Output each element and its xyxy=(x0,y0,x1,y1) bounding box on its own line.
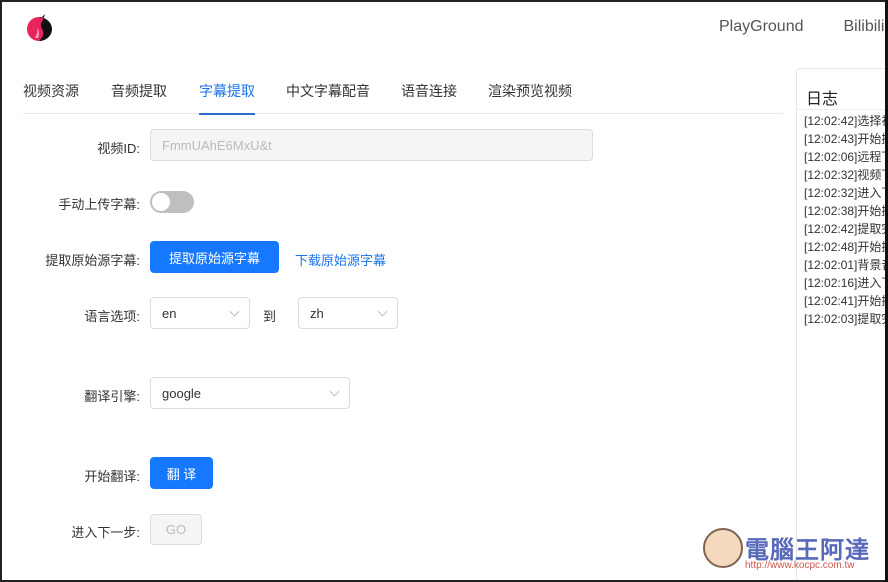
step-tabs: 视频资源 音频提取 字幕提取 中文字幕配音 语音连接 渲染预览视频 xyxy=(23,70,783,115)
log-entry: [12:02:32]视频下载 xyxy=(804,168,888,182)
target-language-value: zh xyxy=(310,305,324,321)
source-language-select[interactable]: en xyxy=(150,297,250,329)
target-language-select[interactable]: zh xyxy=(298,297,398,329)
log-entry: [12:02:38]开始提取 xyxy=(804,204,888,218)
log-divider xyxy=(797,109,888,110)
log-entry: [12:02:16]进入下一步 xyxy=(804,276,888,290)
source-language-value: en xyxy=(162,305,177,321)
chevron-down-icon xyxy=(377,306,388,317)
go-button[interactable]: GO xyxy=(150,514,202,545)
tab-audio-join[interactable]: 语音连接 xyxy=(401,81,457,101)
translation-engine-select[interactable]: google xyxy=(150,377,350,409)
chevron-down-icon xyxy=(229,306,240,317)
tab-chinese-dubbing[interactable]: 中文字幕配音 xyxy=(286,81,370,101)
log-entry: [12:02:32]进入下一步 xyxy=(804,186,888,200)
video-id-label: 视频ID: xyxy=(97,141,140,156)
watermark: 電腦王阿達 http://www.kocpc.com.tw xyxy=(703,524,883,576)
to-label: 到 xyxy=(263,309,277,324)
nav-bilibili[interactable]: Bilibili xyxy=(844,18,885,36)
next-step-label: 进入下一步: xyxy=(71,525,140,540)
log-title: 日志 xyxy=(806,91,839,108)
translate-label: 开始翻译: xyxy=(84,469,140,484)
watermark-url: http://www.kocpc.com.tw xyxy=(745,560,855,571)
log-entry: [12:02:03]提取完成 xyxy=(804,312,888,326)
manual-upload-toggle[interactable] xyxy=(150,191,194,213)
engine-value: google xyxy=(162,385,202,401)
tab-render-preview[interactable]: 渲染预览视频 xyxy=(488,81,572,101)
log-entry: [12:02:06]远程下载 xyxy=(804,150,888,164)
nav-playground[interactable]: PlayGround xyxy=(719,18,804,36)
log-entry: [12:02:01]背景音乐 xyxy=(804,258,888,272)
top-nav: PlayGround Bilibili xyxy=(719,18,884,36)
translate-button[interactable]: 翻 译 xyxy=(150,457,213,489)
engine-label: 翻译引擎: xyxy=(84,389,140,404)
video-id-input[interactable]: FmmUAhE6MxU&t xyxy=(150,129,593,161)
extract-label: 提取原始源字幕: xyxy=(45,253,140,268)
log-entry: [12:02:41]开始提取 xyxy=(804,294,888,308)
language-label: 语言选项: xyxy=(84,309,140,324)
log-panel: 日志 [12:02:42]选择视频 [12:02:43]开始提取 [12:02:… xyxy=(796,68,888,582)
tab-video-source[interactable]: 视频资源 xyxy=(23,81,79,101)
tab-subtitle-extract[interactable]: 字幕提取 xyxy=(199,81,255,115)
chevron-down-icon xyxy=(329,386,340,397)
log-entry: [12:02:42]选择视频 xyxy=(804,114,888,128)
tab-audio-extract[interactable]: 音频提取 xyxy=(111,81,167,101)
log-entry: [12:02:42]提取完成 xyxy=(804,222,888,236)
video-id-value: FmmUAhE6MxU&t xyxy=(162,137,272,153)
log-list: [12:02:42]选择视频 [12:02:43]开始提取 [12:02:06]… xyxy=(804,112,888,328)
manual-upload-label: 手动上传字幕: xyxy=(58,197,140,212)
toggle-knob xyxy=(152,193,170,211)
mascot-icon xyxy=(703,528,743,568)
log-entry: [12:02:48]开始提取 xyxy=(804,240,888,254)
extract-subtitle-button[interactable]: 提取原始源字幕 xyxy=(150,241,279,273)
fox-logo-icon[interactable] xyxy=(25,12,55,42)
download-subtitle-link[interactable]: 下载原始源字幕 xyxy=(295,250,386,269)
log-entry: [12:02:43]开始提取 xyxy=(804,132,888,146)
